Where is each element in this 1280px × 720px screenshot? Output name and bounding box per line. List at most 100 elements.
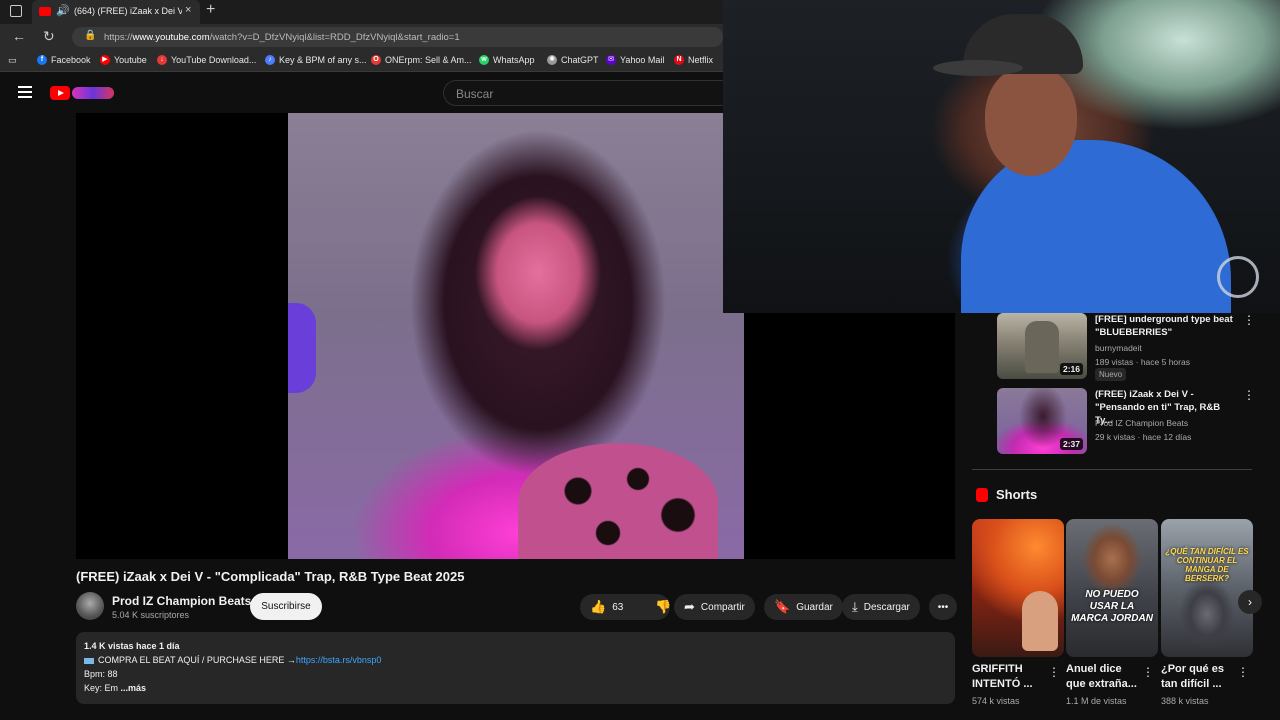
sidebar-divider [972, 469, 1252, 470]
bookmark-favicon-icon: f [37, 55, 47, 65]
bookmark-label: Youtube [114, 55, 147, 65]
short-views: 574 k vistas [972, 696, 1020, 706]
tab-close-icon[interactable]: × [185, 4, 191, 16]
bookmark-facebook[interactable]: f Facebook [37, 55, 91, 65]
subscriber-count: 5.04 K suscriptores [112, 610, 190, 620]
short-title: ¿Por qué es tan difícil ... [1161, 663, 1224, 690]
purchase-link[interactable]: https://bsta.rs/vbnsp0 [296, 655, 382, 665]
bookmark-label: Yahoo Mail [620, 55, 665, 65]
new-tab-icon[interactable]: + [206, 1, 215, 19]
more-actions-button[interactable]: ••• [929, 594, 957, 620]
bookmark-onerpm-sell-am[interactable]: O ONErpm: Sell & Am... [371, 55, 472, 65]
bookmark-icon: 🔖 [774, 599, 791, 614]
window-menu-icon[interactable] [10, 5, 22, 17]
related-meta: 29 k vistas · hace 12 días [1095, 432, 1192, 442]
bookmark-netflix[interactable]: N Netflix [674, 55, 713, 65]
video-duration: 2:16 [1059, 363, 1083, 375]
channel-name[interactable]: Prod IZ Champion Beats [112, 594, 251, 608]
bookmark-favicon-icon: ✺ [547, 55, 557, 65]
webcam-hoodie [961, 140, 1231, 313]
like-button[interactable]: 👍 63 [580, 594, 633, 620]
bookmark-chatgpt[interactable]: ✺ ChatGPT [547, 55, 599, 65]
lock-icon: 🔒 [84, 30, 97, 41]
short-thumbnail[interactable]: NO PUEDO USAR LA MARCA JORDAN [1066, 519, 1158, 657]
share-button[interactable]: ➦ Compartir [674, 594, 755, 620]
related-video-1[interactable]: 2:16 [FREE] underground type beat "BLUEB… [997, 313, 1257, 381]
bookmark-favicon-icon: w [479, 55, 489, 65]
show-more-link[interactable]: ...más [121, 683, 147, 693]
like-count: 63 [612, 601, 624, 613]
bookmarks-toggle-icon[interactable]: ▭ [8, 55, 17, 66]
short-item-3[interactable]: ¿QUÉ TAN DIFÍCIL ES CONTINUAR EL MANGA D… [1161, 519, 1253, 706]
bookmark-youtube-download[interactable]: ↓ YouTube Download... [157, 55, 256, 65]
short-overlay-text: ¿QUÉ TAN DIFÍCIL ES CONTINUAR EL MANGA D… [1165, 547, 1249, 583]
short-item-1[interactable]: GRIFFITH INTENTÓ ... 574 k vistas ⋮ [972, 519, 1064, 706]
kebab-menu-icon[interactable]: ⋮ [1048, 665, 1060, 679]
description-key: Key: Em ...más [84, 683, 147, 693]
search-input[interactable]: Buscar [443, 80, 723, 106]
kebab-menu-icon[interactable]: ⋮ [1237, 665, 1249, 679]
short-title: Anuel dice que extraña... [1066, 663, 1137, 690]
related-thumbnail[interactable]: 2:37 [997, 388, 1087, 454]
kebab-menu-icon[interactable]: ⋮ [1142, 665, 1154, 679]
youtube-logo[interactable] [50, 86, 70, 100]
thumbs-down-icon: 👎 [655, 599, 672, 614]
kebab-menu-icon[interactable]: ⋮ [1243, 313, 1255, 327]
bookmark-yahoo-mail[interactable]: ✉ Yahoo Mail [606, 55, 664, 65]
bookmark-label: WhatsApp [493, 55, 535, 65]
bookmark-label: Key & BPM of any s... [279, 55, 367, 65]
shorts-header: Shorts [976, 487, 1037, 502]
back-arrow-icon[interactable]: ← [12, 28, 26, 44]
bookmark-favicon-icon: N [674, 55, 684, 65]
description-box[interactable]: 1.4 K vistas hace 1 día COMPRA EL BEAT A… [76, 632, 955, 704]
short-thumbnail[interactable] [972, 519, 1064, 657]
description-line-purchase: COMPRA EL BEAT AQUÍ / PURCHASE HERE →htt… [84, 655, 381, 665]
download-button[interactable]: ⤓ Descargar [842, 594, 920, 620]
search-placeholder: Buscar [456, 87, 494, 101]
youtube-doodle-logo[interactable] [72, 87, 114, 99]
channel-avatar[interactable] [76, 592, 104, 620]
bookmark-whatsapp[interactable]: w WhatsApp [479, 55, 535, 65]
webcam-face [985, 66, 1077, 176]
bookmark-label: ChatGPT [561, 55, 599, 65]
shorts-next-arrow-icon[interactable]: › [1238, 590, 1262, 614]
short-overlay-text: NO PUEDO USAR LA MARCA JORDAN [1071, 589, 1153, 624]
video-frame[interactable] [288, 113, 744, 559]
bookmark-label: YouTube Download... [171, 55, 257, 65]
browser-tab-active[interactable]: 🔊 (664) (FREE) iZaak x Dei V - " × [32, 0, 200, 24]
url-input[interactable]: 🔒 https://www.youtube.com/watch?v=D_DfzV… [72, 27, 723, 47]
short-figure [1022, 591, 1058, 651]
address-bar-row: ← ↻ 🔒 https://www.youtube.com/watch?v=D_… [0, 24, 723, 50]
bookmark-youtube[interactable]: ▶ Youtube [100, 55, 147, 65]
like-dislike-group: 👍 63 👎 [580, 594, 672, 620]
short-item-2[interactable]: NO PUEDO USAR LA MARCA JORDAN Anuel dice… [1066, 519, 1158, 706]
save-button[interactable]: 🔖 Guardar [764, 594, 843, 620]
subscribe-button[interactable]: Suscribirse [250, 593, 322, 620]
video-title: (FREE) iZaak x Dei V - "Complicada" Trap… [76, 569, 465, 584]
related-title[interactable]: [FREE] underground type beat "BLUEBERRIE… [1095, 313, 1235, 339]
related-thumbnail[interactable]: 2:16 [997, 313, 1087, 379]
reload-icon[interactable]: ↻ [43, 28, 55, 45]
bookmark-favicon-icon: ↓ [157, 55, 167, 65]
hamburger-menu-icon[interactable] [18, 86, 32, 98]
bookmark-favicon-icon: ▶ [100, 55, 110, 65]
bookmark-key-bpm-of-any-s[interactable]: ♪ Key & BPM of any s... [265, 55, 367, 65]
bookmark-label: Netflix [688, 55, 714, 65]
download-icon: ⤓ [852, 599, 858, 614]
youtube-header: Buscar [0, 72, 723, 114]
bookmark-favicon-icon: O [371, 55, 381, 65]
card-icon [84, 657, 94, 664]
speaker-icon[interactable]: 🔊 [56, 4, 70, 17]
short-thumbnail[interactable]: ¿QUÉ TAN DIFÍCIL ES CONTINUAR EL MANGA D… [1161, 519, 1253, 657]
related-channel[interactable]: Prod IZ Champion Beats [1095, 418, 1188, 428]
description-bpm: Bpm: 88 [84, 669, 118, 679]
save-label: Guardar [796, 601, 833, 613]
download-label: Descargar [863, 601, 910, 613]
related-channel[interactable]: burnymadeit [1095, 343, 1142, 353]
kebab-menu-icon[interactable]: ⋮ [1243, 388, 1255, 402]
new-badge: Nuevo [1095, 368, 1127, 381]
related-video-2[interactable]: 2:37 (FREE) iZaak x Dei V - "Pensando en… [997, 388, 1257, 454]
tab-title: (664) (FREE) iZaak x Dei V - " [74, 6, 182, 16]
streamer-watermark-icon [1217, 256, 1259, 298]
browser-tab-bar: 🔊 (664) (FREE) iZaak x Dei V - " × + [0, 0, 723, 24]
